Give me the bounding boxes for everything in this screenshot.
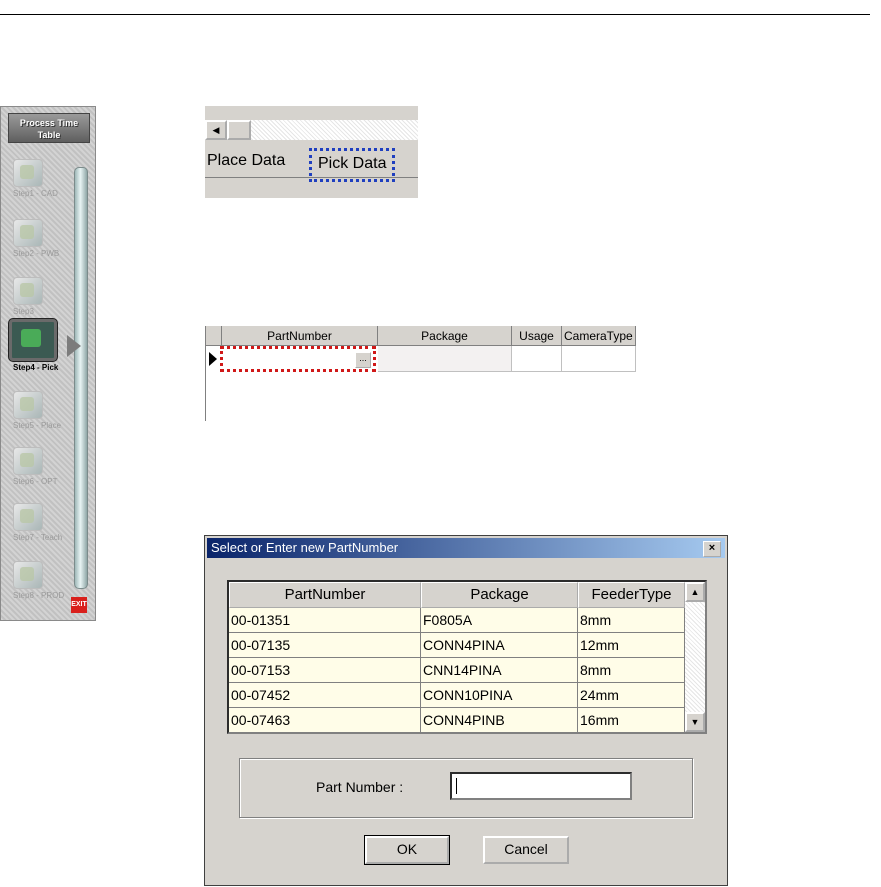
browse-ellipsis-button[interactable]: ... — [355, 352, 371, 368]
tab-divider — [205, 177, 418, 178]
part-number-group: Part Number : — [239, 758, 693, 818]
scroll-up-icon[interactable]: ▲ — [685, 582, 705, 602]
text-caret — [456, 778, 457, 794]
step-4-pick[interactable]: Step4 - Pick — [9, 319, 65, 372]
row-package: CONN10PINA — [421, 683, 578, 707]
row-partnumber: 00-07153 — [229, 658, 421, 682]
step-slider-track — [74, 167, 88, 589]
place-icon — [13, 391, 43, 419]
data-tabs-strip: ◀ Place Data Pick Data — [204, 106, 418, 198]
cad-icon — [13, 159, 43, 187]
scroll-down-icon[interactable]: ▼ — [685, 712, 705, 732]
row-feedertype: 16mm — [578, 708, 685, 732]
list-row[interactable]: 00-07153 CNN14PINA 8mm — [229, 658, 685, 683]
pick-icon — [9, 319, 57, 361]
column-header-usage[interactable]: Usage — [512, 326, 562, 346]
step-2-pwb[interactable]: Step2 - PWB — [9, 219, 65, 258]
row-partnumber: 00-07452 — [229, 683, 421, 707]
list-header-feedertype[interactable]: FeederType — [578, 582, 685, 608]
list-header-partnumber[interactable]: PartNumber — [229, 582, 421, 608]
step-1-cad[interactable]: Step1 - CAD — [9, 159, 65, 198]
step-3[interactable]: Step3 — [9, 277, 65, 316]
row-partnumber: 00-07135 — [229, 633, 421, 657]
row-package: CONN4PINA — [421, 633, 578, 657]
pwb-icon — [13, 219, 43, 247]
step-3-icon — [13, 277, 43, 305]
column-header-cameratype[interactable]: CameraType — [562, 326, 636, 346]
dialog-title: Select or Enter new PartNumber — [211, 540, 399, 555]
part-number-label: Part Number : — [316, 779, 404, 795]
part-number-input[interactable] — [450, 772, 632, 800]
column-header-package[interactable]: Package — [378, 326, 512, 346]
step-8-prod[interactable]: Step8 - PROD — [9, 561, 65, 600]
row-package: CNN14PINA — [421, 658, 578, 682]
panel-title[interactable]: Process Time Table — [8, 113, 90, 143]
usage-cell[interactable] — [512, 346, 562, 372]
scroll-thumb[interactable] — [227, 120, 251, 140]
process-step-panel: Process Time Table Step1 - CAD Step2 - P… — [0, 106, 96, 621]
prod-icon — [13, 561, 43, 589]
list-vertical-scrollbar[interactable]: ▲ ▼ — [685, 582, 705, 732]
row-feedertype: 8mm — [578, 608, 685, 632]
row-package: F0805A — [421, 608, 578, 632]
package-cell[interactable] — [378, 346, 512, 372]
partnumber-list[interactable]: PartNumber Package FeederType 00-01351 F… — [227, 580, 707, 734]
partnumber-cell-editor[interactable]: ... — [220, 346, 376, 372]
step-5-place[interactable]: Step5 - Place — [9, 391, 65, 430]
pick-data-grid: PartNumber Package Usage CameraType ... — [205, 326, 636, 421]
cameratype-cell[interactable] — [562, 346, 636, 372]
dialog-titlebar[interactable]: Select or Enter new PartNumber × — [207, 538, 725, 558]
row-feedertype: 8mm — [578, 658, 685, 682]
teach-icon — [13, 503, 43, 531]
scroll-left-icon[interactable]: ◀ — [205, 120, 227, 140]
list-row[interactable]: 00-07463 CONN4PINB 16mm — [229, 708, 685, 732]
row-partnumber: 00-07463 — [229, 708, 421, 732]
top-rule — [0, 14, 870, 15]
step-6-opt[interactable]: Step6 - OPT — [9, 447, 65, 486]
row-feedertype: 24mm — [578, 683, 685, 707]
active-step-arrow-icon — [67, 335, 81, 357]
list-row[interactable]: 00-07452 CONN10PINA 24mm — [229, 683, 685, 708]
step-7-teach[interactable]: Step7 - Teach — [9, 503, 65, 542]
horizontal-scrollbar[interactable]: ◀ — [205, 120, 418, 140]
list-row[interactable]: 00-07135 CONN4PINA 12mm — [229, 633, 685, 658]
current-row-indicator-icon — [209, 352, 217, 366]
row-partnumber: 00-01351 — [229, 608, 421, 632]
column-header-partnumber[interactable]: PartNumber — [222, 326, 378, 346]
tab-place-data[interactable]: Place Data — [207, 146, 285, 176]
row-package: CONN4PINB — [421, 708, 578, 732]
ok-button[interactable]: OK — [364, 835, 450, 865]
exit-button[interactable]: EXIT — [71, 597, 87, 613]
list-row[interactable]: 00-01351 F0805A 8mm — [229, 608, 685, 633]
list-header-package[interactable]: Package — [421, 582, 578, 608]
close-icon[interactable]: × — [703, 541, 721, 557]
cancel-button[interactable]: Cancel — [483, 836, 569, 864]
select-partnumber-dialog: Select or Enter new PartNumber × PartNum… — [204, 535, 728, 886]
grid-corner-header — [206, 326, 222, 346]
opt-icon — [13, 447, 43, 475]
row-feedertype: 12mm — [578, 633, 685, 657]
